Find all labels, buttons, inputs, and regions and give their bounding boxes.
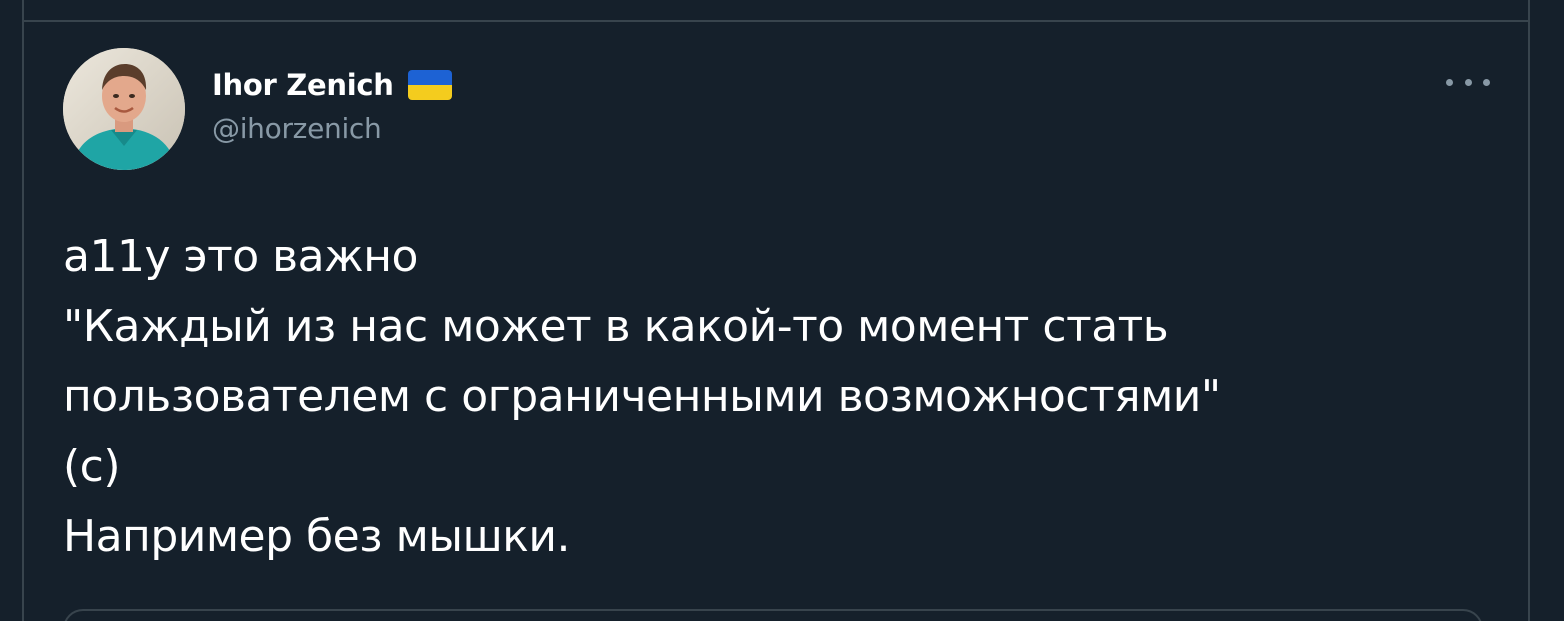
author-handle[interactable]: @ihorzenich: [212, 112, 452, 145]
author-block: Ihor Zenich @ihorzenich: [212, 60, 452, 145]
ukraine-flag-icon: [407, 70, 452, 100]
embedded-card[interactable]: [63, 609, 1483, 621]
tweet-text-line: (с): [63, 441, 121, 492]
more-horizontal-icon[interactable]: [1446, 70, 1490, 94]
tweet-text-line: пользователем с ограниченными возможност…: [63, 371, 1221, 422]
tweet-text-line: Например без мышки.: [63, 511, 570, 562]
tweet-text-line: a11y это важно: [63, 231, 418, 282]
avatar-photo: [63, 48, 185, 170]
name-row: Ihor Zenich: [212, 60, 452, 110]
tweet-text: a11y это важно "Каждый из нас может в ка…: [63, 222, 1483, 572]
avatar[interactable]: [63, 48, 185, 170]
tweet-text-line: "Каждый из нас может в какой-то момент с…: [63, 301, 1169, 352]
author-display-name[interactable]: Ihor Zenich: [212, 68, 394, 102]
